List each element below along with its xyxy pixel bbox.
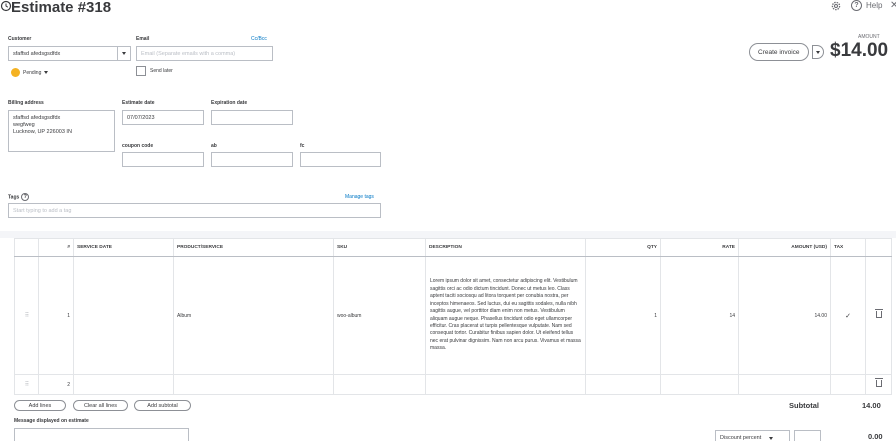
billing-line: Lucknow, UP 226003 IN bbox=[13, 129, 72, 135]
estimate-amount: $14.00 bbox=[830, 40, 889, 61]
customer-select[interactable]: sfaffsd afedsgsdfdx bbox=[8, 46, 118, 61]
fc-field[interactable] bbox=[300, 152, 381, 167]
column-header bbox=[14, 238, 39, 257]
send-later-checkbox[interactable] bbox=[136, 66, 146, 76]
tags-input[interactable]: Start typing to add a tag bbox=[8, 203, 381, 218]
drag-handle-icon: ⠿ bbox=[24, 382, 30, 388]
billing-line: wegfweg bbox=[13, 122, 35, 128]
coupon-code-field[interactable] bbox=[122, 152, 204, 167]
gear-icon[interactable] bbox=[830, 0, 842, 12]
help-label: Help bbox=[866, 1, 883, 10]
amount-cell[interactable]: 14.00 bbox=[738, 256, 831, 375]
rate-cell[interactable]: 14 bbox=[660, 256, 739, 375]
drag-handle[interactable]: ⠿ bbox=[14, 374, 39, 395]
column-header: PRODUCT/SERVICE bbox=[173, 238, 334, 257]
table-row[interactable]: ⠿ 1 Album woo-album Lorem ipsum dolor si… bbox=[14, 256, 892, 375]
create-invoice-button[interactable]: Create invoice bbox=[749, 43, 824, 61]
billing-address-label: Billing address bbox=[8, 100, 44, 106]
estimate-date-label: Estimate date bbox=[122, 100, 155, 106]
amount-cell[interactable] bbox=[738, 374, 831, 395]
clear-all-lines-button[interactable]: Clear all lines bbox=[73, 400, 128, 411]
discount-total: 0.00 bbox=[868, 432, 883, 441]
add-lines-button[interactable]: Add lines bbox=[14, 400, 66, 411]
product-cell[interactable] bbox=[173, 374, 334, 395]
column-header: SKU bbox=[333, 238, 426, 257]
section-divider bbox=[0, 231, 896, 238]
tax-check-icon[interactable]: ✓ bbox=[830, 256, 866, 375]
email-field[interactable]: Email (Separate emails with a comma) bbox=[136, 46, 273, 61]
send-later-label: Send later bbox=[150, 68, 173, 74]
line-number: 1 bbox=[38, 256, 74, 375]
description-cell[interactable]: Lorem ipsum dolor sit amet, consectetur … bbox=[425, 256, 586, 375]
create-invoice-label: Create invoice bbox=[758, 48, 800, 56]
qty-cell[interactable]: 1 bbox=[585, 256, 661, 375]
description-cell[interactable] bbox=[425, 374, 586, 395]
qty-cell[interactable] bbox=[585, 374, 661, 395]
billing-line: sfaffsd afedsgsdfdx bbox=[13, 115, 61, 121]
rate-cell[interactable] bbox=[660, 374, 739, 395]
tags-label: Tags bbox=[8, 194, 20, 201]
service-date-cell[interactable] bbox=[73, 256, 174, 375]
estimate-date-field[interactable]: 07/07/2023 bbox=[122, 110, 204, 125]
column-header: # bbox=[38, 238, 74, 257]
chevron-down-icon bbox=[769, 437, 774, 440]
sku-cell[interactable]: woo-album bbox=[333, 256, 426, 375]
table-row[interactable]: ⠿ 2 bbox=[14, 374, 892, 395]
line-number: 2 bbox=[38, 374, 74, 395]
column-header: RATE bbox=[660, 238, 739, 257]
expiration-date-label: Expiration date bbox=[211, 100, 248, 106]
create-invoice-dropdown[interactable] bbox=[812, 45, 824, 59]
column-header: TAX bbox=[830, 238, 866, 257]
cc-bcc-link[interactable]: Cc/Bcc bbox=[251, 36, 267, 42]
column-header: QTY bbox=[585, 238, 661, 257]
discount-type-select[interactable]: Discount percent bbox=[715, 430, 790, 441]
subtotal-value: 14.00 bbox=[862, 401, 881, 410]
trash-icon bbox=[874, 378, 883, 387]
help-icon: ? bbox=[851, 0, 862, 11]
page-header: Estimate #318 ? Help ✕ bbox=[0, 0, 896, 16]
chevron-down-icon bbox=[44, 71, 49, 74]
email-label: Email bbox=[136, 36, 150, 42]
help-button[interactable]: ? Help bbox=[851, 0, 882, 11]
status-badge[interactable]: Pending bbox=[11, 68, 49, 77]
fc-label: fc bbox=[300, 143, 305, 149]
message-label: Message displayed on estimate bbox=[14, 418, 89, 424]
tags-label-row: Tags? bbox=[8, 193, 30, 201]
column-header bbox=[865, 238, 892, 257]
close-icon[interactable]: ✕ bbox=[890, 0, 896, 11]
coupon-code-label: coupon code bbox=[122, 143, 154, 149]
discount-type-value: Discount percent bbox=[720, 435, 762, 441]
add-subtotal-button[interactable]: Add subtotal bbox=[134, 400, 191, 411]
column-header: SERVICE DATE bbox=[73, 238, 174, 257]
column-header: AMOUNT (USD) bbox=[738, 238, 831, 257]
billing-address-field[interactable]: sfaffsd afedsgsdfdx wegfweg Lucknow, UP … bbox=[8, 110, 115, 152]
drag-handle[interactable]: ⠿ bbox=[14, 256, 39, 375]
service-date-cell[interactable] bbox=[73, 374, 174, 395]
customer-label: Customer bbox=[8, 36, 32, 42]
manage-tags-link[interactable]: Manage tags bbox=[345, 194, 374, 200]
delete-row-button[interactable] bbox=[865, 374, 892, 395]
chevron-down-icon bbox=[122, 52, 126, 55]
table-header-row: # SERVICE DATE PRODUCT/SERVICE SKU DESCR… bbox=[14, 238, 892, 257]
ab-label: ab bbox=[211, 143, 217, 149]
status-label: Pending bbox=[23, 69, 42, 76]
column-header: DESCRIPTION bbox=[425, 238, 586, 257]
customer-dropdown-button[interactable] bbox=[118, 46, 131, 61]
ab-field[interactable] bbox=[211, 152, 293, 167]
discount-value-field[interactable] bbox=[794, 430, 821, 441]
trash-icon bbox=[874, 309, 883, 318]
product-cell[interactable]: Album bbox=[173, 256, 334, 375]
sku-cell[interactable] bbox=[333, 374, 426, 395]
chevron-down-icon bbox=[816, 50, 820, 54]
delete-row-button[interactable] bbox=[865, 256, 892, 375]
tax-cell[interactable] bbox=[830, 374, 866, 395]
expiration-date-field[interactable] bbox=[211, 110, 293, 125]
pending-icon bbox=[11, 68, 20, 77]
page-title: Estimate #318 bbox=[11, 0, 112, 16]
drag-handle-icon: ⠿ bbox=[24, 313, 30, 319]
help-icon[interactable]: ? bbox=[21, 193, 30, 201]
message-field[interactable] bbox=[14, 428, 189, 441]
subtotal-label: Subtotal bbox=[789, 401, 819, 410]
line-items-table: # SERVICE DATE PRODUCT/SERVICE SKU DESCR… bbox=[14, 238, 892, 395]
